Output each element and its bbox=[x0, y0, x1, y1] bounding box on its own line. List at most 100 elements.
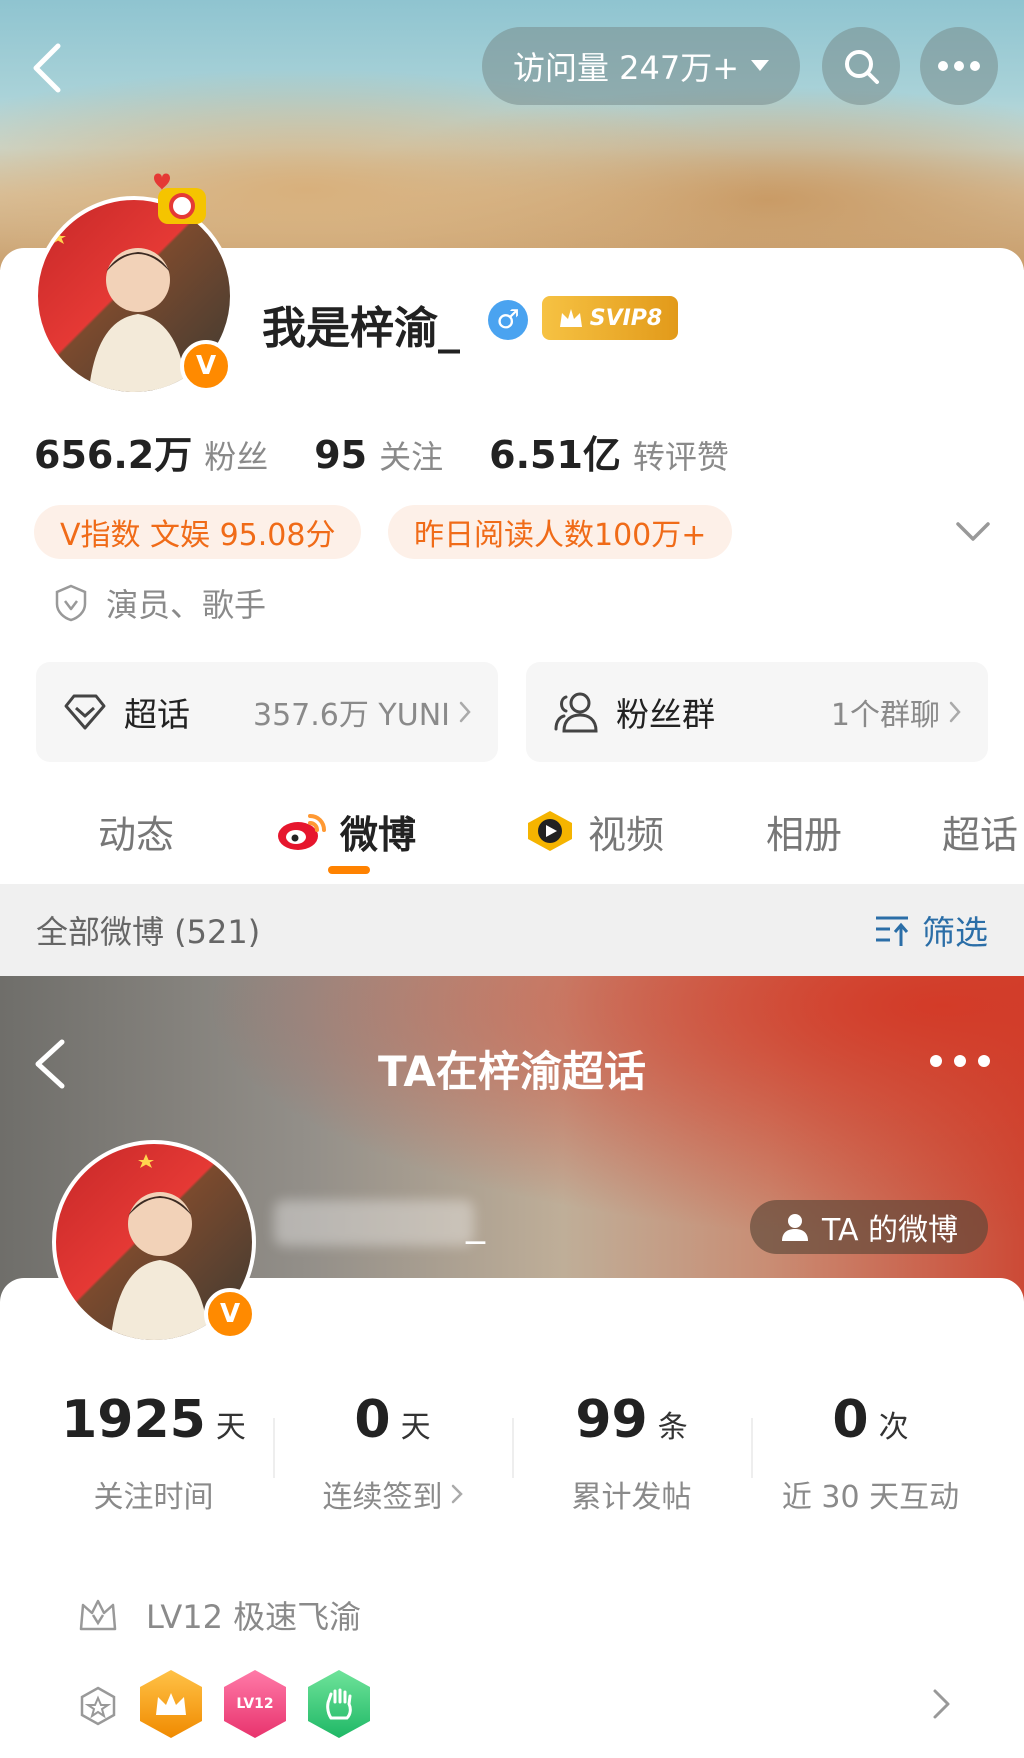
crown-badge[interactable] bbox=[140, 1670, 202, 1738]
crown-icon bbox=[156, 1693, 186, 1715]
tab-video[interactable]: 视频 bbox=[524, 796, 664, 866]
visit-count-dropdown[interactable]: 访问量 247万+ bbox=[482, 27, 800, 105]
filter-sort-icon bbox=[876, 916, 909, 946]
following-stat[interactable]: 95 关注 bbox=[314, 432, 443, 478]
badges-row[interactable]: LV12 bbox=[78, 1670, 370, 1738]
interactions-stat[interactable]: 6.51亿 转评赞 bbox=[489, 424, 729, 479]
hand-badge[interactable] bbox=[308, 1670, 370, 1738]
search-icon bbox=[845, 50, 879, 84]
fan-group-meta-text: 1个群聊 bbox=[830, 698, 940, 733]
tab-video-label: 视频 bbox=[588, 812, 665, 857]
tab-weibo-label: 微博 bbox=[340, 812, 417, 857]
tab-supertopic[interactable]: 超话 bbox=[942, 796, 1018, 866]
filter-bar: 全部微博 (521) 筛选 bbox=[0, 884, 1024, 976]
followers-stat[interactable]: 656.2万 粉丝 bbox=[34, 424, 268, 479]
follow-duration-label: 关注时间 bbox=[93, 1480, 214, 1515]
checkin-streak-label-row: 连续签到 bbox=[323, 1472, 463, 1516]
chevron-right-icon bbox=[451, 1484, 463, 1504]
supertopic-page-title: TA在梓渝超话 bbox=[378, 1047, 646, 1096]
identity-label: 演员、歌手 bbox=[106, 586, 267, 624]
crown-icon bbox=[559, 309, 582, 327]
fan-group-card[interactable]: 粉丝群 1个群聊 bbox=[526, 662, 988, 762]
following-count: 95 bbox=[314, 433, 368, 477]
recent-interaction-metric: 0 次 近 30 天互动 bbox=[751, 1390, 990, 1520]
video-play-icon bbox=[528, 811, 572, 851]
supertopic-verified-badge: V bbox=[204, 1288, 256, 1340]
interactions-count: 6.51亿 bbox=[489, 433, 621, 477]
tab-album-label: 相册 bbox=[766, 812, 843, 857]
fan-group-title: 粉丝群 bbox=[616, 695, 715, 734]
expand-chevron-icon[interactable] bbox=[952, 510, 994, 552]
recent-interaction-unit: 次 bbox=[878, 1410, 909, 1445]
level-row: LV12 极速飞渝 bbox=[78, 1592, 361, 1638]
followers-label: 粉丝 bbox=[204, 438, 269, 476]
v-index-tag[interactable]: V指数 文娱 95.08分 bbox=[34, 505, 362, 559]
tab-supertopic-label: 超话 bbox=[942, 812, 1019, 857]
svip-label: SVIP8 bbox=[589, 305, 663, 331]
chevron-right-icon bbox=[949, 701, 961, 723]
user-icon bbox=[781, 1214, 808, 1241]
supertopic-more-icon[interactable] bbox=[928, 1046, 992, 1076]
back-button[interactable] bbox=[22, 38, 72, 98]
daily-readers-tag[interactable]: 昨日阅读人数100万+ bbox=[388, 505, 733, 559]
identity-row: 演员、歌手 bbox=[54, 580, 266, 626]
tab-dynamics-label: 动态 bbox=[98, 812, 175, 857]
recent-interaction-value: 0 bbox=[832, 1390, 869, 1450]
filter-button[interactable]: 筛选 bbox=[874, 906, 988, 954]
tab-dynamics[interactable]: 动态 bbox=[98, 796, 174, 866]
ta-weibo-label: TA 的微博 bbox=[821, 1213, 959, 1248]
username-suffix: _ bbox=[466, 1200, 485, 1244]
level-badge-text: LV12 bbox=[236, 1696, 274, 1712]
all-weibo-count: 全部微博 (521) bbox=[36, 913, 261, 951]
tab-album[interactable]: 相册 bbox=[766, 796, 842, 866]
chevron-right-icon bbox=[459, 701, 471, 723]
follow-duration-metric: 1925 天 关注时间 bbox=[34, 1390, 273, 1520]
ta-weibo-button[interactable]: TA 的微博 bbox=[750, 1200, 988, 1254]
svip-badge[interactable]: SVIP8 bbox=[542, 296, 678, 340]
supertopic-meta: 357.6万 YUNI bbox=[253, 690, 472, 734]
total-posts-label: 累计发帖 bbox=[571, 1480, 692, 1515]
supertopic-title: 超话 bbox=[124, 695, 190, 734]
total-posts-unit: 条 bbox=[657, 1410, 688, 1445]
blurred-username bbox=[274, 1200, 474, 1246]
supertopic-metrics: 1925 天 关注时间 0 天 连续签到 99 条 累计发帖 0 次 近 30 … bbox=[34, 1390, 990, 1520]
following-label: 关注 bbox=[379, 438, 444, 476]
follow-duration-unit: 天 bbox=[215, 1410, 246, 1445]
level-badge[interactable]: LV12 bbox=[224, 1670, 286, 1738]
total-posts-metric: 99 条 累计发帖 bbox=[512, 1390, 751, 1520]
shield-icon bbox=[55, 584, 87, 622]
group-users-icon bbox=[554, 692, 598, 733]
hand-wave-icon bbox=[326, 1688, 352, 1720]
search-button[interactable] bbox=[822, 27, 900, 105]
more-button[interactable] bbox=[920, 27, 998, 105]
caret-down-icon bbox=[751, 60, 770, 71]
badges-chevron-right-icon[interactable] bbox=[930, 1686, 954, 1722]
diamond-icon bbox=[64, 694, 106, 730]
profile-stats: 656.2万 粉丝 95 关注 6.51亿 转评赞 bbox=[34, 424, 729, 479]
checkin-streak-label: 连续签到 bbox=[322, 1480, 443, 1515]
checkin-streak-value: 0 bbox=[354, 1390, 391, 1450]
verified-badge: V bbox=[180, 340, 232, 392]
more-dots-icon bbox=[938, 61, 980, 71]
fan-group-meta: 1个群聊 bbox=[831, 690, 962, 734]
recent-interaction-label: 近 30 天互动 bbox=[781, 1480, 960, 1515]
tab-weibo[interactable]: 微博 bbox=[276, 796, 416, 866]
total-posts-value: 99 bbox=[575, 1390, 648, 1450]
checkin-streak-metric[interactable]: 0 天 连续签到 bbox=[273, 1390, 512, 1520]
checkin-streak-unit: 天 bbox=[400, 1410, 431, 1445]
crown-outline-icon bbox=[79, 1599, 117, 1631]
active-tab-indicator bbox=[328, 866, 370, 874]
gender-symbol: ♂ bbox=[496, 305, 520, 335]
medal-outline-icon bbox=[80, 1686, 116, 1726]
visit-count-label: 访问量 247万+ bbox=[512, 49, 740, 87]
followers-count: 656.2万 bbox=[34, 433, 193, 477]
camera-decoration-icon bbox=[154, 173, 206, 224]
level-label: LV12 极速飞渝 bbox=[146, 1598, 362, 1636]
follow-duration-value: 1925 bbox=[61, 1390, 206, 1450]
weibo-logo-icon bbox=[278, 814, 326, 850]
supertopic-card[interactable]: 超话 357.6万 YUNI bbox=[36, 662, 498, 762]
filter-label: 筛选 bbox=[922, 913, 988, 952]
back-arrow-icon bbox=[33, 43, 61, 93]
interactions-label: 转评赞 bbox=[632, 438, 729, 476]
profile-username: 我是梓渝_ bbox=[262, 303, 460, 354]
